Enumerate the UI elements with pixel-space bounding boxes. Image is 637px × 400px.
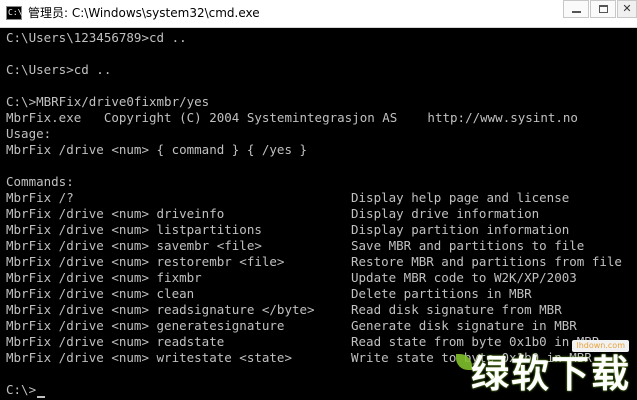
title-bar[interactable]: C:\ 管理员: C:\Windows\system32\cmd.exe ✕ (0, 0, 637, 28)
command-description: Display partition information (351, 222, 570, 237)
text-cursor (37, 396, 46, 398)
command-description: Read disk signature from MBR (351, 302, 562, 317)
command-description: Write state to byte 0x1b0 in MBR (351, 350, 592, 365)
command-syntax: MbrFix /drive <num> readsignature </byte… (6, 302, 315, 317)
command-syntax: MbrFix /drive <num> readstate (6, 334, 225, 349)
command-syntax: MbrFix /drive <num> savembr <file> (6, 238, 262, 253)
console-line: C:\Users>cd .. (6, 62, 112, 77)
command-syntax: MbrFix /? (6, 190, 74, 205)
command-syntax: MbrFix /drive <num> fixmbr (6, 270, 202, 285)
maximize-button[interactable] (590, 0, 616, 18)
command-description: Display drive information (351, 206, 540, 221)
console-line: C:\>MBRFix/drive0fixmbr/yes (6, 94, 210, 109)
maximize-icon (599, 5, 608, 13)
cmd-window: C:\ 管理员: C:\Windows\system32\cmd.exe ✕ C… (0, 0, 637, 400)
command-syntax: MbrFix /drive <num> restorembr <file> (6, 254, 285, 269)
command-description: Restore MBR and partitions from file (351, 254, 622, 269)
console-line: MbrFix.exe Copyright (C) 2004 Systeminte… (6, 110, 578, 125)
command-description: Read state from byte 0x1b0 in MBR (351, 334, 600, 349)
prompt-text: C:\> (6, 382, 37, 397)
cmd-app-icon-label: C:\ (8, 8, 23, 17)
command-syntax: MbrFix /drive <num> clean (6, 286, 195, 301)
command-description: Save MBR and partitions to file (351, 238, 585, 253)
minimize-icon (572, 11, 581, 13)
close-icon: ✕ (622, 2, 632, 15)
command-description: Update MBR code to W2K/XP/2003 (351, 270, 577, 285)
cmd-app-icon[interactable]: C:\ (6, 6, 22, 20)
command-syntax: MbrFix /drive <num> writestate <state> (6, 350, 292, 365)
console-line: Commands: (6, 174, 74, 189)
command-syntax: MbrFix /drive <num> listpartitions (6, 222, 262, 237)
command-syntax: MbrFix /drive <num> driveinfo (6, 206, 225, 221)
command-description: Generate disk signature in MBR (351, 318, 577, 333)
window-title: 管理员: C:\Windows\system32\cmd.exe (28, 6, 260, 20)
console-output[interactable]: C:\Users\123456789>cd .. C:\Users>cd .. … (0, 28, 637, 400)
close-button[interactable]: ✕ (617, 0, 637, 18)
console-line: Usage: (6, 126, 52, 141)
console-line: C:\Users\123456789>cd .. (6, 30, 187, 45)
command-prompt[interactable]: C:\> (6, 382, 46, 398)
command-description: Display help page and license (351, 190, 570, 205)
command-description: Delete partitions in MBR (351, 286, 532, 301)
minimize-button[interactable] (563, 0, 589, 18)
console-line: MbrFix /drive <num> { command } { /yes } (6, 142, 308, 157)
command-syntax: MbrFix /drive <num> generatesignature (6, 318, 285, 333)
